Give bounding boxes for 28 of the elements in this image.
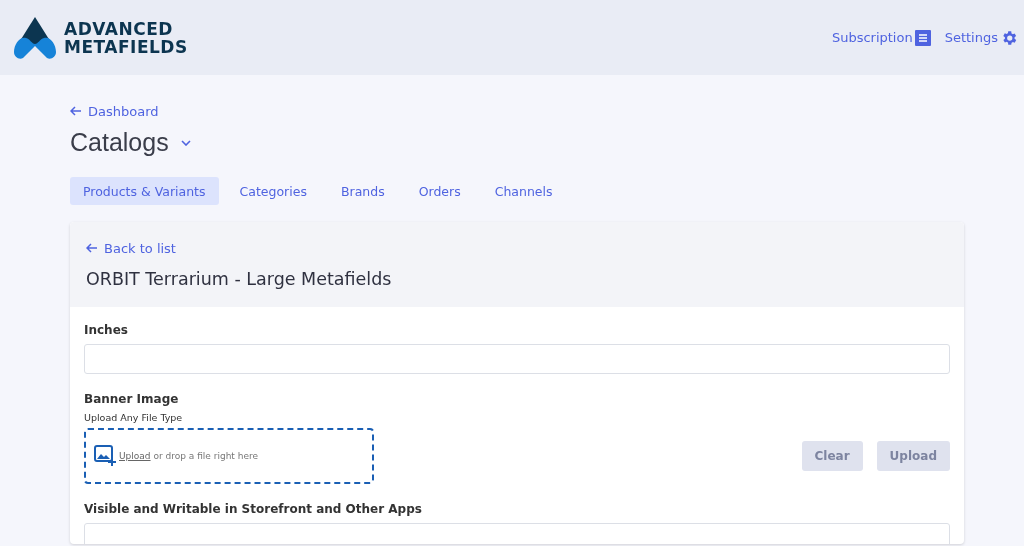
field-label: Visible and Writable in Storefront and Other Apps (84, 502, 423, 516)
hint-text: Upload Any File Type (84, 412, 184, 423)
input-field[interactable] (84, 523, 950, 544)
card-title: ORBIT Terrarium - Large Metafields (86, 269, 393, 289)
field-label: Inches (84, 323, 129, 337)
nav-link[interactable]: Subscription (831, 29, 931, 46)
logo-text: ADVANCED (64, 19, 174, 38)
logo-text: METAFIELDS (64, 37, 188, 56)
field-label: Banner Image (84, 392, 180, 406)
input-field[interactable] (84, 344, 950, 374)
left-arrow-icon (70, 106, 82, 116)
nav-link[interactable]: Settings (944, 28, 1018, 47)
tab[interactable]: Brands (327, 177, 398, 205)
file-drop-zone[interactable]: Upload or drop a file right here (84, 428, 374, 484)
logo-icon (12, 15, 58, 60)
tab[interactable]: Channels (481, 177, 566, 205)
list-icon (914, 29, 931, 46)
back-link[interactable]: Dashboard (70, 103, 159, 119)
page-title: Catalogs (70, 128, 169, 157)
upload-link[interactable]: Upload (119, 451, 151, 461)
left-arrow-icon (86, 243, 98, 253)
tab[interactable]: Orders (405, 177, 474, 205)
tab[interactable]: Categories (226, 177, 320, 205)
add-image-icon (94, 445, 116, 467)
drop-text: Upload or drop a file right here (119, 451, 259, 461)
chevron-down-icon[interactable] (180, 139, 191, 146)
back-link[interactable]: Back to list (86, 240, 176, 256)
tab[interactable]: Products & Variants (70, 177, 219, 205)
